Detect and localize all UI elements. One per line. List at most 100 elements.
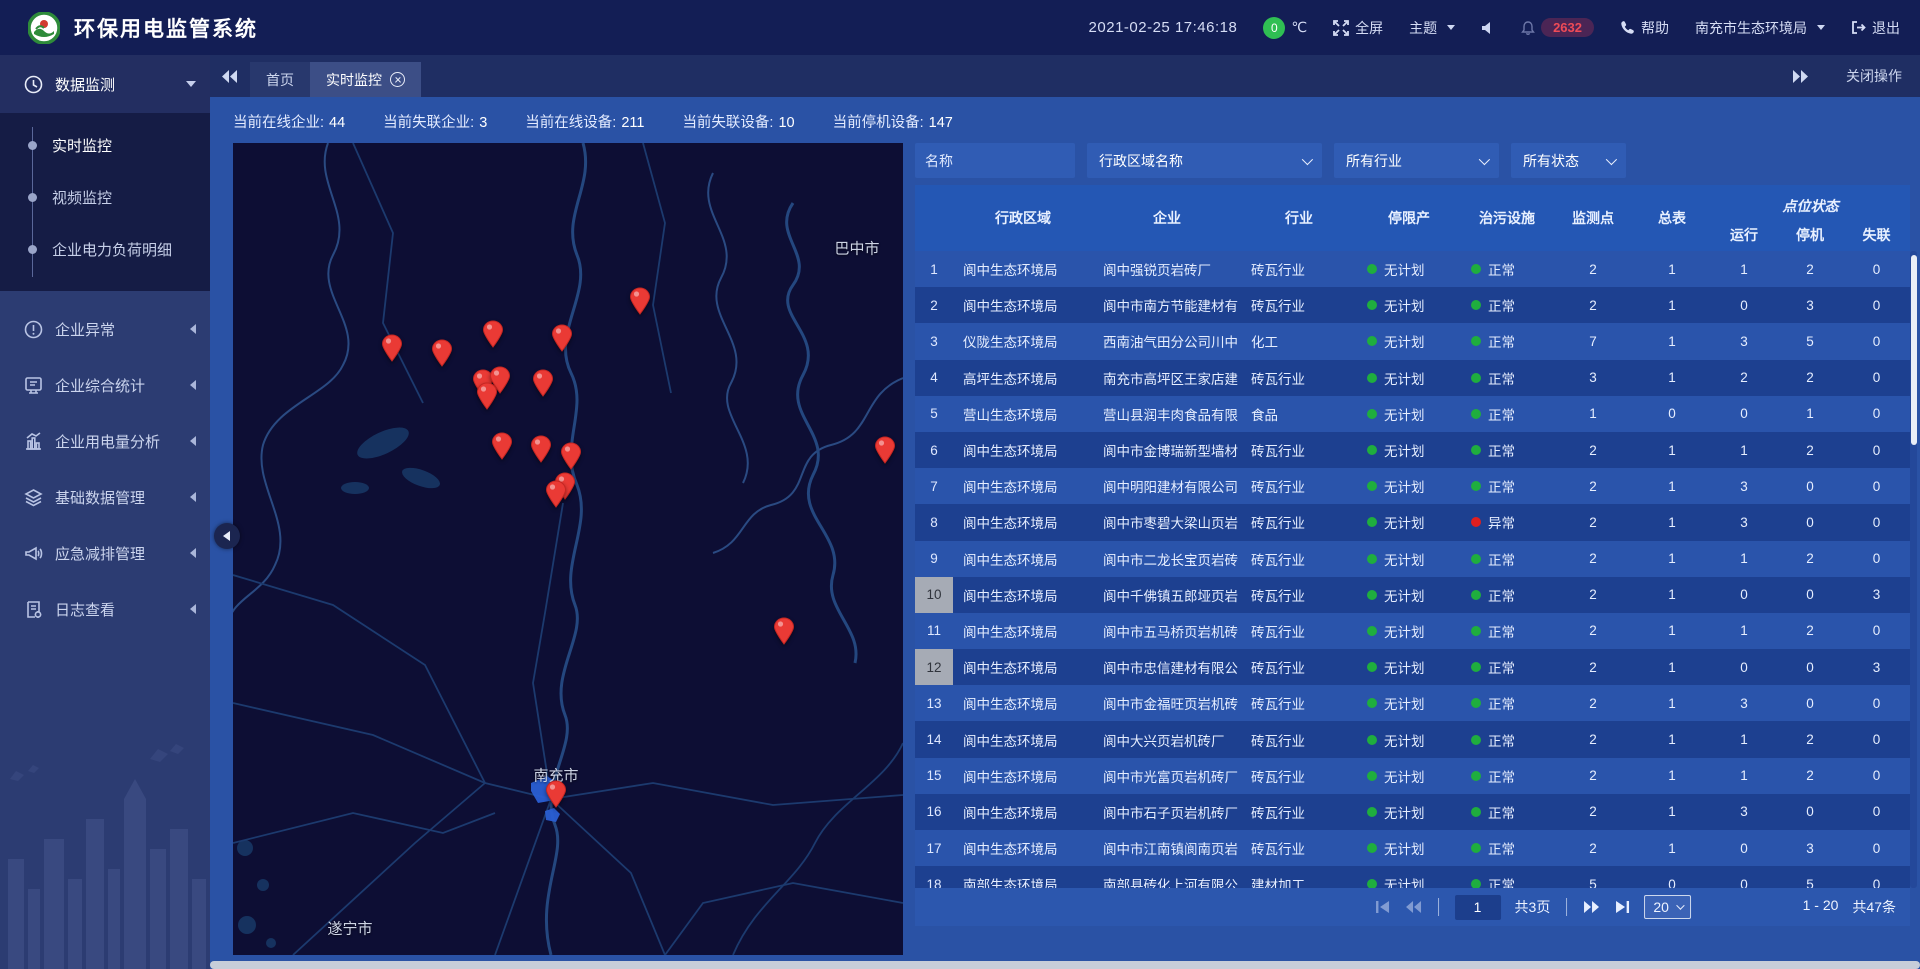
cell-run: 1 (1711, 721, 1777, 757)
cell-facility: 正常 (1461, 323, 1553, 359)
industry-select[interactable]: 所有行业 (1334, 143, 1499, 178)
table-row[interactable]: 12 阆中生态环境局 阆中市忠信建材有限公 砖瓦行业 无计划 正常 2 1 0 … (915, 649, 1910, 685)
mute-button[interactable] (1481, 21, 1495, 35)
cell-index: 7 (915, 468, 953, 504)
table-row[interactable]: 2 阆中生态环境局 阆中市南方节能建材有 砖瓦行业 无计划 正常 2 1 0 3… (915, 287, 1910, 323)
status-select[interactable]: 所有状态 (1511, 143, 1626, 178)
next-page-button[interactable] (1583, 900, 1600, 914)
map-pin-icon[interactable] (431, 339, 453, 367)
col-industry: 行业 (1241, 185, 1357, 251)
status-dot-icon (1471, 698, 1481, 708)
table-row[interactable]: 5 营山生态环境局 营山县润丰肉食品有限 食品 无计划 正常 1 0 0 1 0 (915, 396, 1910, 432)
cell-company: 阆中千佛镇五郎垭页岩 (1093, 577, 1241, 613)
org-menu[interactable]: 南充市生态环境局 (1695, 18, 1825, 38)
status-dot-icon (1367, 626, 1377, 636)
map-pin-icon[interactable] (545, 480, 567, 508)
table-row[interactable]: 14 阆中生态环境局 阆中大兴页岩机砖厂 砖瓦行业 无计划 正常 2 1 1 2… (915, 721, 1910, 757)
cell-region: 阆中生态环境局 (953, 613, 1093, 649)
map-panel[interactable]: 巴中市 南充市 遂宁市 (233, 143, 903, 955)
sidebar-item-log-view[interactable]: 日志查看 (0, 581, 210, 637)
cell-industry: 砖瓦行业 (1241, 251, 1357, 287)
name-search-input[interactable] (915, 143, 1075, 178)
chevron-left-icon (190, 548, 196, 558)
cell-company: 阆中市金福旺页岩机砖 (1093, 685, 1241, 721)
prev-page-button[interactable] (1405, 900, 1422, 914)
double-chevron-right-icon (1792, 70, 1808, 83)
map-pin-icon[interactable] (491, 432, 513, 460)
report-icon (24, 376, 43, 395)
close-operations-button[interactable]: 关闭操作 (1846, 66, 1902, 86)
notifications[interactable]: 2632 (1521, 18, 1594, 37)
map-pin-icon[interactable] (381, 334, 403, 362)
last-page-button[interactable] (1614, 900, 1630, 914)
map-pin-icon[interactable] (482, 320, 504, 348)
map-pin-icon[interactable] (560, 442, 582, 470)
stat-item: 当前失联设备:10 (682, 111, 794, 132)
table-row[interactable]: 3 仪陇生态环境局 西南油气田分公司川中 化工 无计划 正常 7 1 3 5 0 (915, 323, 1910, 359)
table-row[interactable]: 13 阆中生态环境局 阆中市金福旺页岩机砖 砖瓦行业 无计划 正常 2 1 3 … (915, 685, 1910, 721)
sidebar-item-data-monitoring[interactable]: 数据监测 (0, 55, 210, 113)
chevron-left-icon (190, 492, 196, 502)
cell-region: 阆中生态环境局 (953, 432, 1093, 468)
chevron-down-icon (1479, 153, 1490, 164)
tab-realtime-monitoring[interactable]: 实时监控 (310, 62, 421, 97)
table-scrollbar[interactable] (1910, 251, 1917, 888)
cell-industry: 砖瓦行业 (1241, 613, 1357, 649)
table-row[interactable]: 1 阆中生态环境局 阆中强锐页岩砖厂 砖瓦行业 无计划 正常 2 1 1 2 0 (915, 251, 1910, 287)
first-page-button[interactable] (1375, 900, 1391, 914)
logout-button[interactable]: 退出 (1851, 18, 1900, 38)
cell-index: 15 (915, 758, 953, 794)
table-row[interactable]: 15 阆中生态环境局 阆中市光富页岩机砖厂 砖瓦行业 无计划 正常 2 1 1 … (915, 758, 1910, 794)
cell-company: 阆中市光富页岩机砖厂 (1093, 758, 1241, 794)
map-pin-icon[interactable] (629, 287, 651, 315)
map-collapse-button[interactable] (214, 523, 240, 549)
sidebar-item-basic-data[interactable]: 基础数据管理 (0, 469, 210, 525)
theme-menu[interactable]: 主题 (1409, 18, 1455, 38)
table-row[interactable]: 18 南部生态环境局 南部县砖化上河有限公 建材加工 无计划 正常 5 0 0 … (915, 866, 1910, 888)
sidebar-item-emergency-reduction[interactable]: 应急减排管理 (0, 525, 210, 581)
sidebar-item-power-load-detail[interactable]: 企业电力负荷明细 (0, 223, 210, 275)
table-row[interactable]: 16 阆中生态环境局 阆中市石子页岩机砖厂 砖瓦行业 无计划 正常 2 1 3 … (915, 794, 1910, 830)
cell-stop: 2 (1777, 251, 1843, 287)
tab-home[interactable]: 首页 (250, 62, 310, 97)
map-pin-icon[interactable] (530, 435, 552, 463)
tabs-scroll-left-button[interactable] (210, 70, 250, 83)
page-number-input[interactable] (1455, 895, 1501, 920)
table-row[interactable]: 9 阆中生态环境局 阆中市二龙长宝页岩砖 砖瓦行业 无计划 正常 2 1 1 2… (915, 541, 1910, 577)
table-row[interactable]: 17 阆中生态环境局 阆中市江南镇阆南页岩 砖瓦行业 无计划 正常 2 1 0 … (915, 830, 1910, 866)
page-size-select[interactable]: 20 (1644, 895, 1691, 919)
cell-region: 阆中生态环境局 (953, 685, 1093, 721)
sidebar-item-enterprise-abnormal[interactable]: 企业异常 (0, 301, 210, 357)
table-row[interactable]: 10 阆中生态环境局 阆中千佛镇五郎垭页岩 砖瓦行业 无计划 正常 2 1 0 … (915, 577, 1910, 613)
map-pin-icon[interactable] (545, 780, 567, 808)
sidebar-item-video-monitoring[interactable]: 视频监控 (0, 171, 210, 223)
table-row[interactable]: 8 阆中生态环境局 阆中市枣碧大梁山页岩 砖瓦行业 无计划 异常 2 1 3 0… (915, 504, 1910, 540)
tab-close-icon[interactable] (390, 72, 405, 87)
tabs-scroll-right-button[interactable] (1780, 70, 1820, 83)
table-row[interactable]: 4 高坪生态环境局 南充市高坪区王家店建 砖瓦行业 无计划 正常 3 1 2 2… (915, 360, 1910, 396)
cell-plan: 无计划 (1357, 866, 1461, 888)
sidebar-item-power-analysis[interactable]: 企业用电量分析 (0, 413, 210, 469)
sidebar-item-realtime-monitoring[interactable]: 实时监控 (0, 119, 210, 171)
horizontal-scrollbar[interactable] (210, 961, 1920, 969)
chevron-down-icon (1302, 153, 1313, 164)
cell-meter: 1 (1633, 251, 1711, 287)
cell-company: 阆中大兴页岩机砖厂 (1093, 721, 1241, 757)
cell-plan: 无计划 (1357, 323, 1461, 359)
sidebar-item-enterprise-statistics[interactable]: 企业综合统计 (0, 357, 210, 413)
map-pin-icon[interactable] (476, 382, 498, 410)
table-row[interactable]: 7 阆中生态环境局 阆中明阳建材有限公司 砖瓦行业 无计划 正常 2 1 3 0… (915, 468, 1910, 504)
table-row[interactable]: 6 阆中生态环境局 阆中市金博瑞新型墙材 砖瓦行业 无计划 正常 2 1 1 2… (915, 432, 1910, 468)
fullscreen-button[interactable]: 全屏 (1333, 18, 1383, 38)
table-row[interactable]: 11 阆中生态环境局 阆中市五马桥页岩机砖 砖瓦行业 无计划 正常 2 1 1 … (915, 613, 1910, 649)
region-select[interactable]: 行政区域名称 (1087, 143, 1322, 178)
map-pin-icon[interactable] (532, 369, 554, 397)
table-scrollbar-thumb[interactable] (1911, 255, 1917, 445)
map-pin-icon[interactable] (773, 617, 795, 645)
map-pin-icon[interactable] (874, 436, 896, 464)
cell-facility: 正常 (1461, 541, 1553, 577)
cell-facility: 正常 (1461, 758, 1553, 794)
map-pin-icon[interactable] (551, 324, 573, 352)
cell-region: 营山生态环境局 (953, 396, 1093, 432)
help-button[interactable]: 帮助 (1620, 18, 1669, 38)
